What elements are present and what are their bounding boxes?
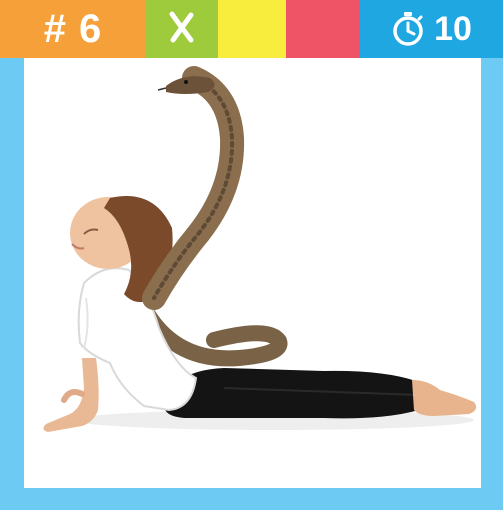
yellow-color-segment xyxy=(218,0,286,58)
timer-value: 10 xyxy=(434,9,472,48)
child-legs xyxy=(163,368,477,419)
red-color-segment xyxy=(286,0,359,58)
pose-number: # 6 xyxy=(43,6,103,51)
close-x-icon xyxy=(167,10,197,49)
top-bar: # 6 10 xyxy=(0,0,503,58)
close-button[interactable] xyxy=(146,0,218,58)
timer-badge: 10 xyxy=(359,0,503,58)
stopwatch-icon xyxy=(390,11,426,47)
pose-card: # 6 10 xyxy=(0,0,503,510)
child-arm xyxy=(43,358,99,432)
pose-number-badge: # 6 xyxy=(0,0,146,58)
cobra-snake-raised xyxy=(142,66,245,310)
pose-illustration xyxy=(24,58,481,488)
